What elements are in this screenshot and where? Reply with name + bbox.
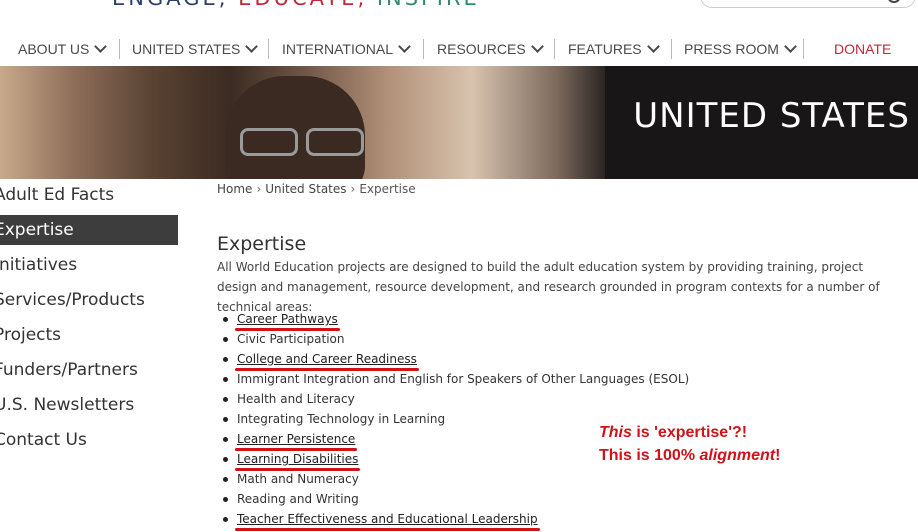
banner-title: UNITED STATES [633, 96, 910, 136]
search-input[interactable] [700, 0, 916, 8]
breadcrumb-separator: › [256, 182, 262, 196]
page-title: Expertise [217, 232, 307, 255]
bullet-icon [223, 337, 228, 342]
sidebar-item-us-newsletters[interactable]: U.S. Newsletters [0, 390, 178, 420]
nav-divider [671, 39, 672, 59]
nav-label: FEATURES [568, 41, 642, 57]
main-nav: ABOUT US UNITED STATES INTERNATIONAL RES… [0, 36, 918, 62]
nav-divider [803, 39, 804, 59]
breadcrumb: Home › United States › Expertise [217, 182, 416, 196]
list-item: Immigrant Integration and English for Sp… [217, 369, 689, 389]
bullet-icon [223, 517, 228, 522]
nav-press-room[interactable]: PRESS ROOM [684, 36, 797, 62]
tagline-inspire: INSPIRE [377, 0, 480, 10]
chevron-down-icon [784, 40, 797, 53]
chevron-down-icon [530, 40, 544, 53]
search-icon[interactable] [887, 0, 901, 3]
bullet-icon [223, 417, 228, 422]
banner-photo-glasses [240, 128, 368, 156]
handwritten-annotation: This is 'expertise'?! This is 100% align… [599, 421, 780, 467]
nav-about-us[interactable]: ABOUT US [18, 36, 108, 62]
nav-label: PRESS ROOM [684, 41, 779, 57]
tagline-educate: EDUCATE, [238, 0, 367, 10]
list-item[interactable]: Career Pathways [217, 309, 689, 331]
bullet-icon [223, 477, 228, 482]
nav-label: UNITED STATES [132, 41, 241, 57]
sidebar-item-adult-ed-facts[interactable]: Adult Ed Facts [0, 180, 178, 210]
breadcrumb-home[interactable]: Home [217, 182, 252, 196]
nav-united-states[interactable]: UNITED STATES [132, 36, 259, 62]
bullet-icon [223, 457, 228, 462]
annotation-line-1: This is 'expertise'?! [599, 424, 748, 441]
nav-label: RESOURCES [437, 41, 526, 57]
technical-area-link[interactable]: College and Career Readiness [237, 352, 417, 366]
bullet-icon [223, 397, 228, 402]
list-item[interactable]: Teacher Effectiveness and Educational Le… [217, 509, 689, 531]
list-item[interactable]: College and Career Readiness [217, 349, 689, 371]
sidebar-item-expertise[interactable]: Expertise [0, 215, 178, 245]
hero-banner: UNITED STATES [0, 66, 918, 179]
nav-label: ABOUT US [18, 41, 90, 57]
nav-international[interactable]: INTERNATIONAL [282, 36, 411, 62]
nav-divider [423, 39, 424, 59]
technical-area-label: Reading and Writing [237, 492, 359, 506]
nav-divider [268, 39, 269, 59]
technical-area-link[interactable]: Learner Persistence [237, 432, 355, 446]
nav-resources[interactable]: RESOURCES [437, 36, 544, 62]
technical-areas-list: Career Pathways Civic Participation Colleg… [217, 309, 689, 531]
nav-divider [554, 39, 555, 59]
intro-paragraph: All World Education projects are designe… [217, 260, 880, 314]
technical-area-label: Integrating Technology in Learning [237, 412, 446, 426]
technical-area-link[interactable]: Career Pathways [237, 312, 338, 326]
bullet-icon [223, 357, 228, 362]
list-item: Health and Literacy [217, 389, 689, 409]
technical-area-label: Health and Literacy [237, 392, 355, 406]
bullet-icon [223, 437, 228, 442]
sidebar-item-contact-us[interactable]: Contact Us [0, 425, 178, 455]
list-item: Math and Numeracy [217, 469, 689, 489]
sidebar-item-funders-partners[interactable]: Funders/Partners [0, 355, 178, 385]
annotation-line-2: This is 100% alignment! [599, 447, 781, 464]
chevron-down-icon [245, 40, 259, 53]
list-item: Reading and Writing [217, 489, 689, 509]
technical-area-link[interactable]: Learning Disabilities [237, 452, 358, 466]
tagline-engage: ENGAGE, [112, 0, 228, 10]
tagline: ENGAGE, EDUCATE, INSPIRE [112, 0, 480, 10]
bullet-icon [223, 317, 228, 322]
technical-area-label: Math and Numeracy [237, 472, 359, 486]
chevron-down-icon [94, 40, 108, 53]
nav-label: INTERNATIONAL [282, 41, 393, 57]
breadcrumb-separator: › [350, 182, 356, 196]
chevron-down-icon [398, 40, 411, 53]
technical-area-link[interactable]: Teacher Effectiveness and Educational Le… [237, 512, 538, 526]
nav-features[interactable]: FEATURES [568, 36, 660, 62]
nav-divider [119, 39, 120, 59]
chevron-down-icon [646, 40, 660, 53]
red-underline-mark [235, 528, 540, 531]
breadcrumb-current: Expertise [359, 182, 416, 196]
list-item: Civic Participation [217, 329, 689, 349]
sidebar-item-services-products[interactable]: Services/Products [0, 285, 178, 315]
technical-area-label: Civic Participation [237, 332, 345, 346]
technical-area-label: Immigrant Integration and English for Sp… [237, 372, 690, 386]
donate-button[interactable]: DONATE [834, 36, 891, 62]
sidebar-item-projects[interactable]: Projects [0, 320, 178, 350]
bullet-icon [223, 497, 228, 502]
breadcrumb-united-states[interactable]: United States [265, 182, 346, 196]
bullet-icon [223, 377, 228, 382]
sidebar-item-initiatives[interactable]: Initiatives [0, 250, 178, 280]
